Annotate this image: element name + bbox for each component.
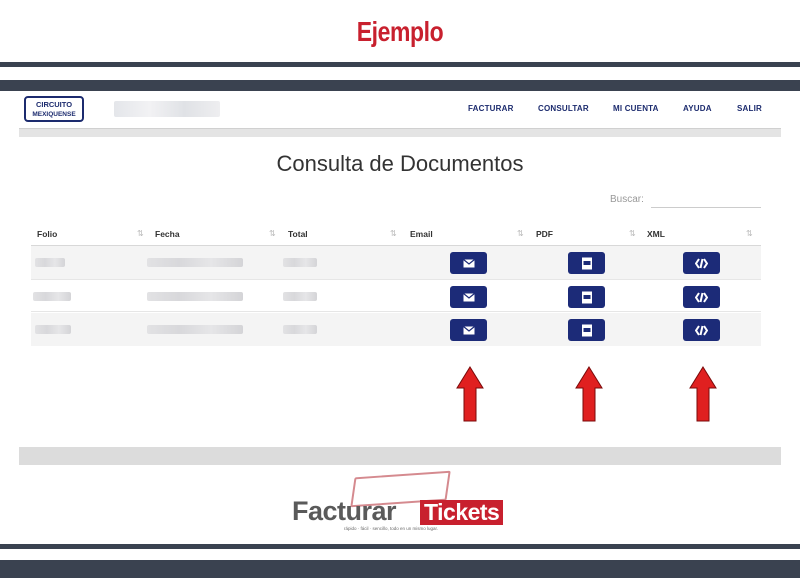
sort-icon[interactable]: ⇅ bbox=[746, 229, 753, 238]
brand-tagline: rápido · fácil · sencillo, todo en un mi… bbox=[344, 526, 439, 531]
code-link-icon bbox=[695, 324, 708, 336]
blurred-fecha bbox=[147, 292, 243, 301]
envelope-icon bbox=[462, 292, 475, 301]
nav-mi-cuenta[interactable]: MI CUENTA bbox=[613, 104, 659, 113]
search-label: Buscar: bbox=[610, 194, 644, 205]
nav-salir[interactable]: SALIR bbox=[737, 104, 762, 113]
blurred-total bbox=[283, 325, 317, 334]
xml-button[interactable] bbox=[683, 252, 720, 274]
divider-band bbox=[0, 62, 800, 67]
col-email[interactable]: Email bbox=[410, 229, 433, 239]
email-button[interactable] bbox=[450, 286, 487, 308]
blurred-folio bbox=[35, 258, 65, 267]
code-link-icon bbox=[695, 291, 708, 303]
col-pdf[interactable]: PDF bbox=[536, 229, 553, 239]
divider-band bbox=[0, 560, 800, 578]
sort-icon[interactable]: ⇅ bbox=[269, 229, 276, 238]
col-xml[interactable]: XML bbox=[647, 229, 665, 239]
dotted-strip bbox=[19, 447, 781, 465]
divider-band bbox=[0, 544, 800, 549]
nav-facturar[interactable]: FACTURAR bbox=[468, 104, 514, 113]
search-input[interactable] bbox=[651, 190, 761, 208]
blurred-fecha bbox=[147, 325, 243, 334]
table-row bbox=[31, 279, 761, 312]
pdf-file-icon bbox=[581, 257, 592, 269]
xml-button[interactable] bbox=[683, 286, 720, 308]
facturar-tickets-logo: Facturar Tickets rápido · fácil · sencil… bbox=[292, 470, 512, 536]
blurred-total bbox=[283, 258, 317, 267]
pdf-file-icon bbox=[581, 291, 592, 303]
app-navbar: CIRCUITO MEXIQUENSE FACTURAR CONSULTAR M… bbox=[19, 91, 781, 129]
arrow-up-icon bbox=[575, 366, 603, 422]
page-title: Consulta de Documentos bbox=[276, 151, 524, 176]
nav-ayuda[interactable]: AYUDA bbox=[683, 104, 712, 113]
page-heading: Ejemplo bbox=[356, 16, 444, 47]
code-link-icon bbox=[695, 257, 708, 269]
col-fecha[interactable]: Fecha bbox=[155, 229, 180, 239]
table-row bbox=[31, 313, 761, 346]
blurred-total bbox=[283, 292, 317, 301]
screenshot-frame: CIRCUITO MEXIQUENSE FACTURAR CONSULTAR M… bbox=[19, 91, 781, 465]
email-button[interactable] bbox=[450, 319, 487, 341]
blurred-folio bbox=[35, 325, 71, 334]
xml-button[interactable] bbox=[683, 319, 720, 341]
sort-icon[interactable]: ⇅ bbox=[137, 229, 144, 238]
col-total[interactable]: Total bbox=[288, 229, 308, 239]
pdf-button[interactable] bbox=[568, 319, 605, 341]
nav-consultar[interactable]: CONSULTAR bbox=[538, 104, 589, 113]
arrow-up-icon bbox=[689, 366, 717, 422]
pdf-button[interactable] bbox=[568, 286, 605, 308]
app-logo[interactable]: CIRCUITO MEXIQUENSE bbox=[24, 96, 84, 122]
blurred-brand bbox=[114, 101, 220, 117]
brand-highlight: Tickets bbox=[420, 500, 504, 525]
pdf-button[interactable] bbox=[568, 252, 605, 274]
sort-icon[interactable]: ⇅ bbox=[629, 229, 636, 238]
sort-icon[interactable]: ⇅ bbox=[390, 229, 397, 238]
logo-line-2: MEXIQUENSE bbox=[32, 111, 76, 118]
content-panel: Consulta de Documentos Buscar: Folio ⇅ F… bbox=[19, 137, 781, 447]
email-button[interactable] bbox=[450, 252, 487, 274]
col-folio[interactable]: Folio bbox=[37, 229, 57, 239]
divider-band bbox=[0, 80, 800, 91]
blurred-fecha bbox=[147, 258, 243, 267]
pdf-file-icon bbox=[581, 324, 592, 336]
sort-icon[interactable]: ⇅ bbox=[517, 229, 524, 238]
blurred-folio bbox=[33, 292, 71, 301]
arrow-up-icon bbox=[456, 366, 484, 422]
envelope-icon bbox=[462, 325, 475, 334]
blank-area bbox=[205, 357, 625, 443]
envelope-icon bbox=[462, 258, 475, 267]
dotted-strip bbox=[19, 129, 781, 137]
table-row bbox=[31, 246, 761, 279]
logo-line-1: CIRCUITO bbox=[35, 100, 73, 109]
brand-word: Facturar bbox=[292, 496, 397, 526]
